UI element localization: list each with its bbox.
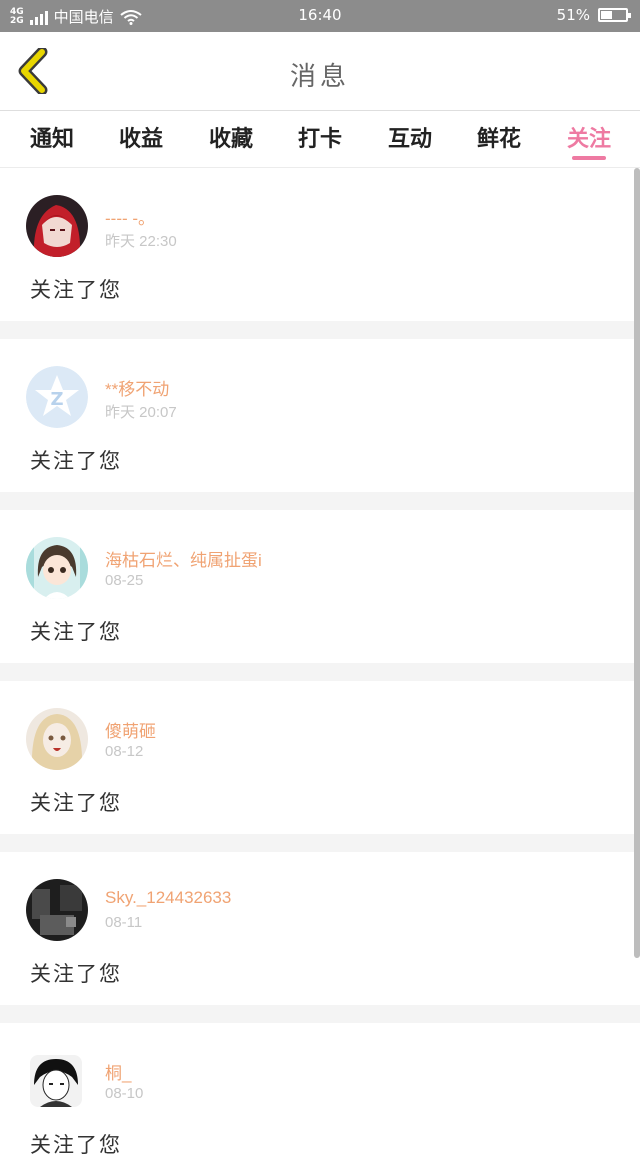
list-item[interactable]: Sky._124432633 08-11 关注了您 [0, 852, 640, 1005]
nav-header: 消息 [0, 32, 640, 111]
tab-following[interactable]: 关注 [554, 121, 624, 153]
status-bar: 4G 2G 中国电信 16:40 51% [0, 0, 640, 32]
list-item[interactable]: 傻萌砸 08-12 关注了您 [0, 681, 640, 834]
list-item[interactable]: ---- -。 昨天 22:30 关注了您 [0, 168, 640, 321]
username[interactable]: Sky._124432633 [105, 888, 231, 908]
avatar[interactable] [26, 537, 88, 599]
battery-percent: 51% [556, 6, 590, 24]
timestamp: 08-12 [105, 743, 144, 760]
timestamp: 昨天 20:07 [105, 404, 177, 421]
tab-flowers[interactable]: 鲜花 [464, 121, 534, 153]
avatar[interactable] [26, 708, 88, 770]
list-item[interactable]: Z **移不动 昨天 20:07 关注了您 [0, 339, 640, 492]
timestamp: 昨天 22:30 [105, 233, 177, 250]
tab-interaction[interactable]: 互动 [375, 121, 445, 153]
page-title: 消息 [289, 62, 350, 92]
tab-bar: 通知 收益 收藏 打卡 互动 鲜花 关注 [0, 111, 640, 168]
scrollbar[interactable] [634, 168, 640, 958]
timestamp: 08-10 [105, 1085, 144, 1102]
timestamp: 08-25 [105, 572, 144, 589]
list-item[interactable]: 桐_ 08-10 关注了您 [0, 1023, 640, 1176]
avatar[interactable] [26, 195, 88, 257]
username[interactable]: **移不动 [105, 375, 169, 400]
username[interactable]: ---- -。 [105, 204, 155, 229]
username[interactable]: 海枯石烂、纯属扯蛋i [105, 546, 262, 571]
message-text: 关注了您 [30, 449, 122, 473]
svg-text:Z: Z [50, 389, 63, 410]
battery-icon [598, 8, 631, 22]
clock: 16:40 [298, 6, 342, 24]
tab-favorites[interactable]: 收藏 [196, 121, 266, 153]
avatar[interactable]: Z [26, 366, 88, 428]
active-tab-indicator [572, 156, 606, 160]
message-text: 关注了您 [30, 791, 122, 815]
tab-notifications[interactable]: 通知 [17, 121, 87, 153]
status-right: 51% [556, 6, 631, 24]
username[interactable]: 桐_ [105, 1059, 131, 1084]
avatar[interactable] [26, 879, 88, 941]
username[interactable]: 傻萌砸 [105, 717, 156, 742]
message-text: 关注了您 [30, 1133, 122, 1157]
list-item[interactable]: 海枯石烂、纯属扯蛋i 08-25 关注了您 [0, 510, 640, 663]
tab-checkin[interactable]: 打卡 [285, 121, 355, 153]
message-text: 关注了您 [30, 962, 122, 986]
message-text: 关注了您 [30, 278, 122, 302]
timestamp: 08-11 [105, 914, 143, 931]
message-text: 关注了您 [30, 620, 122, 644]
tab-earnings[interactable]: 收益 [106, 121, 176, 153]
avatar[interactable] [30, 1055, 82, 1107]
